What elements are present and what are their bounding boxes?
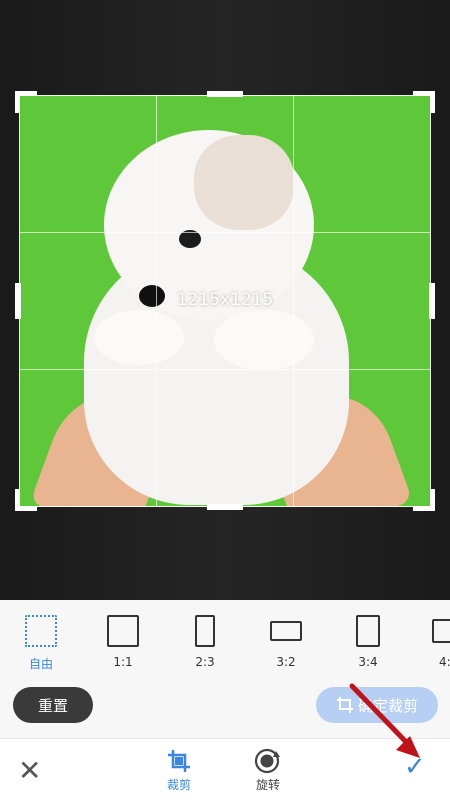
- crop-tool-label: 裁剪: [166, 778, 191, 792]
- rotate-icon: [254, 748, 280, 774]
- ratio-label: 4:: [439, 655, 450, 669]
- portrait-ratio-icon: [195, 615, 215, 647]
- confirm-crop-button[interactable]: 确定裁剪: [316, 687, 438, 723]
- landscape-ratio-icon: [270, 621, 302, 641]
- reset-button[interactable]: 重置: [13, 687, 93, 723]
- ratio-1-1-option[interactable]: 1:1: [93, 612, 153, 672]
- crop-icon: [168, 750, 190, 772]
- portrait-ratio-icon: [356, 615, 380, 647]
- ratio-label: 1:1: [113, 655, 133, 669]
- crop-handle-top-left[interactable]: [15, 91, 37, 113]
- ratio-label: 3:4: [358, 655, 378, 669]
- close-icon[interactable]: ✕: [18, 757, 41, 785]
- ratio-label: 自由: [28, 657, 53, 671]
- bottom-toolbar: ✕ 裁剪 旋转 ✓: [0, 738, 450, 800]
- landscape-ratio-icon: [432, 619, 450, 643]
- crop-handle-top[interactable]: [207, 91, 243, 97]
- ratio-label: 3:2: [276, 655, 296, 669]
- crop-action-row: 重置 确定裁剪: [0, 680, 450, 738]
- ratio-label: 2:3: [195, 655, 215, 669]
- crop-handle-bottom[interactable]: [207, 504, 243, 510]
- aspect-ratio-bar: 自由 1:1 2:3 3:2 3:4 4:: [0, 600, 450, 680]
- crop-handle-bottom-left[interactable]: [15, 489, 37, 511]
- crop-dimensions-label: 1215x1215: [176, 290, 274, 310]
- ratio-4-x-option[interactable]: 4:: [420, 612, 450, 672]
- reset-button-label: 重置: [37, 697, 68, 715]
- square-ratio-icon: [107, 615, 139, 647]
- confirm-crop-label: 确定裁剪: [357, 697, 418, 715]
- crop-handle-bottom-right[interactable]: [413, 489, 435, 511]
- crop-handle-top-right[interactable]: [413, 91, 435, 113]
- ratio-3-4-option[interactable]: 3:4: [338, 612, 398, 672]
- ratio-2-3-option[interactable]: 2:3: [175, 612, 235, 672]
- rotate-tool-label: 旋转: [255, 778, 280, 792]
- free-ratio-icon: [25, 615, 57, 647]
- ratio-3-2-option[interactable]: 3:2: [256, 612, 316, 672]
- confirm-check-icon[interactable]: ✓: [404, 753, 426, 781]
- ratio-free-option[interactable]: 自由: [11, 612, 71, 672]
- rotate-tool-button[interactable]: 旋转: [254, 748, 282, 793]
- edit-canvas: 1215x1215: [0, 0, 450, 600]
- crop-tool-button[interactable]: 裁剪: [166, 748, 192, 793]
- crop-icon: [336, 697, 353, 713]
